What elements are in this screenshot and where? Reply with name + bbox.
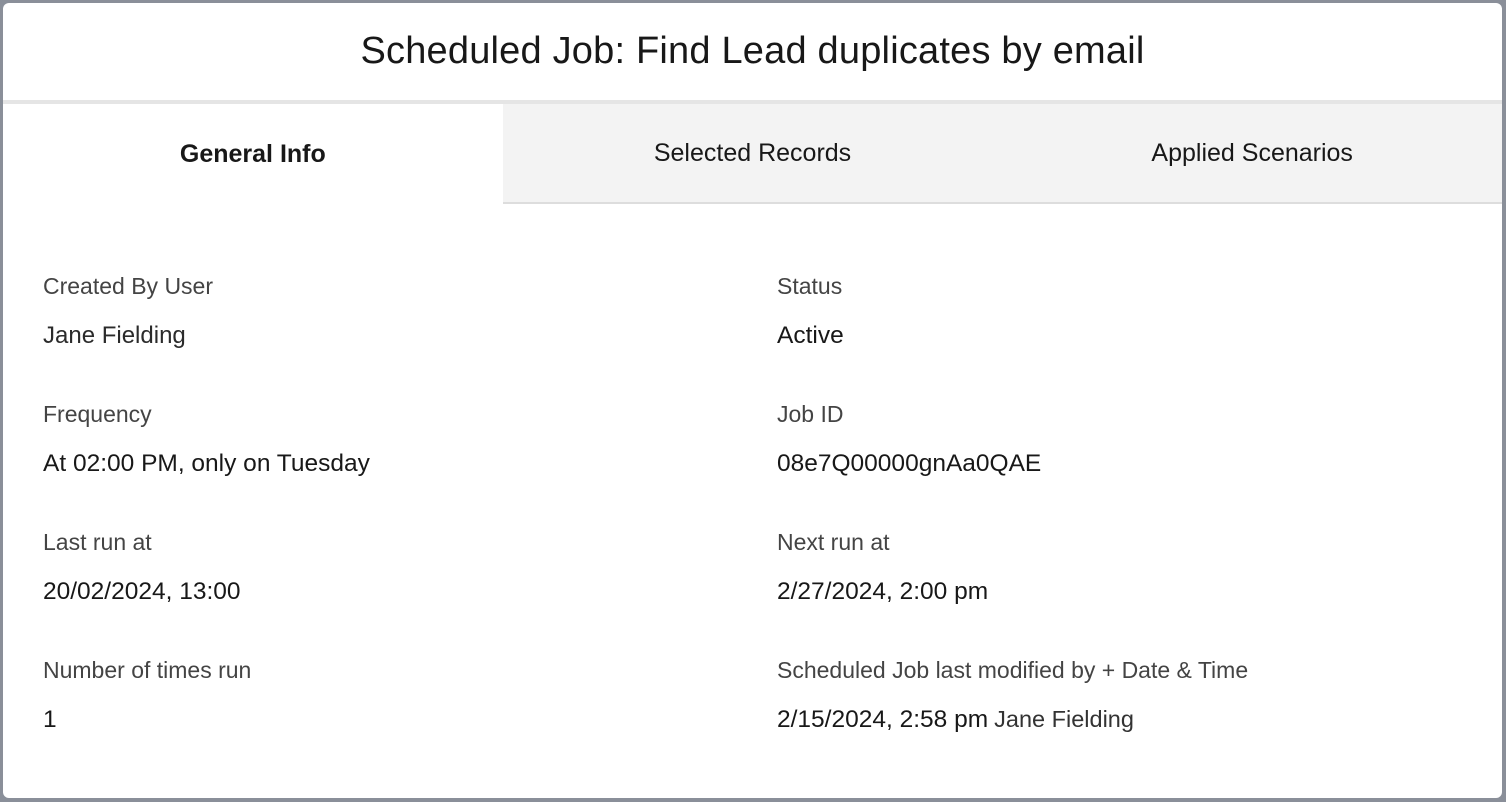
last-modified-date: 2/15/2024, 2:58 pm (777, 706, 989, 733)
last-modified-label: Scheduled Job last modified by + Date & … (777, 657, 1249, 683)
job-id-label: Job ID (777, 401, 844, 427)
last-run-field: Last run at 20/02/2024, 13:00 (43, 529, 241, 606)
tab-bar: General Info Selected Records Applied Sc… (3, 104, 1502, 204)
times-run-value: 1 (43, 706, 57, 733)
status-field: Status Active (777, 273, 844, 350)
last-run-label: Last run at (43, 529, 152, 555)
created-by-value: Jane Fielding (43, 322, 186, 349)
tab-applied-scenarios[interactable]: Applied Scenarios (1002, 104, 1502, 202)
frequency-field: Frequency At 02:00 PM, only on Tuesday (43, 401, 370, 478)
created-by-label: Created By User (43, 273, 214, 299)
last-modified-field: Scheduled Job last modified by + Date & … (777, 657, 1248, 734)
last-run-value: 20/02/2024, 13:00 (43, 578, 241, 605)
frequency-label: Frequency (43, 401, 152, 427)
status-label: Status (777, 273, 843, 299)
times-run-label: Number of times run (43, 657, 252, 683)
job-id-value: 08e7Q00000gnAa0QAE (777, 450, 1042, 477)
scheduled-job-modal: Scheduled Job: Find Lead duplicates by e… (3, 3, 1502, 798)
tab-selected-records[interactable]: Selected Records (502, 104, 1003, 202)
status-value: Active (777, 322, 844, 349)
last-modified-value: 2/15/2024, 2:58 pm Jane Fielding (777, 706, 1248, 734)
next-run-field: Next run at 2/27/2024, 2:00 pm (777, 529, 988, 606)
created-by-field: Created By User Jane Fielding (43, 273, 213, 350)
tab-general-info[interactable]: General Info (3, 104, 503, 204)
modal-header: Scheduled Job: Find Lead duplicates by e… (3, 3, 1502, 104)
next-run-value: 2/27/2024, 2:00 pm (777, 578, 989, 605)
last-modified-user: Jane Fielding (994, 706, 1134, 732)
job-id-field: Job ID 08e7Q00000gnAa0QAE (777, 401, 1041, 478)
frequency-value: At 02:00 PM, only on Tuesday (43, 450, 370, 477)
times-run-field: Number of times run 1 (43, 657, 251, 734)
next-run-label: Next run at (777, 529, 890, 555)
modal-title: Scheduled Job: Find Lead duplicates by e… (360, 30, 1145, 72)
